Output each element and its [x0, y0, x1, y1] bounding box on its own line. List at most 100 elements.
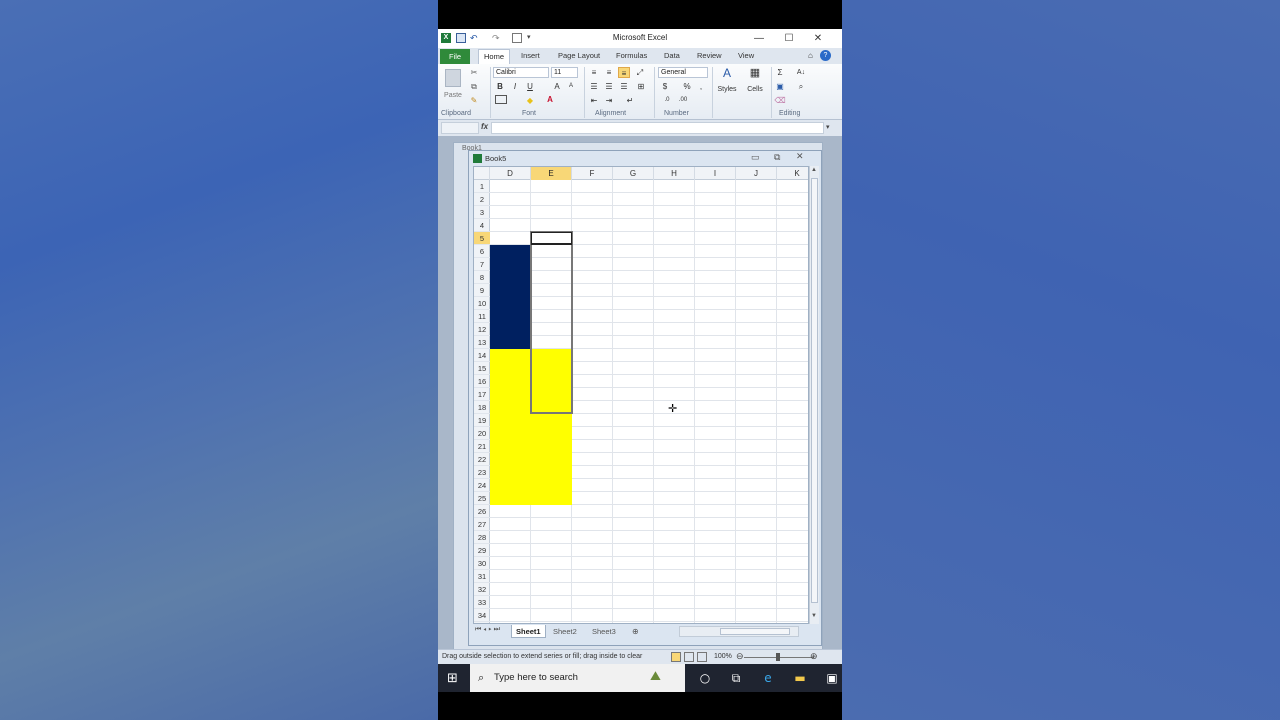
row-header[interactable]: 9	[474, 284, 490, 297]
find-select-icon[interactable]: ⌕	[794, 81, 808, 92]
row-header[interactable]: 32	[474, 583, 490, 596]
row-header[interactable]: 31	[474, 570, 490, 583]
formula-input[interactable]	[491, 122, 824, 134]
styles-icon[interactable]: A	[720, 67, 734, 79]
align-left-icon[interactable]: ☰	[588, 81, 600, 92]
paste-button[interactable]: Paste	[441, 90, 465, 101]
tab-home[interactable]: Home	[478, 49, 510, 64]
row-header[interactable]: 12	[474, 323, 490, 336]
column-header[interactable]: K	[777, 167, 808, 180]
align-right-icon[interactable]: ☰	[618, 81, 630, 92]
decrease-decimal-icon[interactable]: .00	[676, 95, 690, 106]
task-view-icon[interactable]: ⧉	[728, 670, 744, 686]
font-name-select[interactable]: Calibri	[493, 67, 549, 78]
number-format-select[interactable]: General	[658, 67, 708, 78]
tab-insert[interactable]: Insert	[521, 51, 540, 60]
row-header[interactable]: 19	[474, 414, 490, 427]
edge-icon[interactable]: e	[760, 670, 776, 686]
store-icon[interactable]: ▣	[824, 670, 840, 686]
wrap-text-icon[interactable]: ↵	[624, 95, 636, 106]
row-header[interactable]: 30	[474, 557, 490, 570]
align-bottom-icon[interactable]: ≡	[618, 67, 630, 78]
row-header[interactable]: 16	[474, 375, 490, 388]
merge-center-icon[interactable]: ⊞	[634, 81, 648, 92]
active-cell[interactable]	[531, 232, 572, 245]
grow-font-icon[interactable]: A	[551, 81, 563, 92]
row-header[interactable]: 4	[474, 219, 490, 232]
row-header[interactable]: 15	[474, 362, 490, 375]
comma-style-icon[interactable]: ,	[696, 81, 706, 92]
increase-indent-icon[interactable]: ⇥	[603, 95, 615, 106]
zoom-slider-knob[interactable]	[776, 653, 780, 661]
orientation-icon[interactable]: ⤢	[634, 67, 646, 78]
row-header[interactable]: 25	[474, 492, 490, 505]
zoom-in-icon[interactable]: ⊕	[810, 651, 818, 662]
undo-icon[interactable]: ↶	[470, 33, 480, 43]
row-header[interactable]: 6	[474, 245, 490, 258]
selection-range[interactable]	[530, 231, 573, 414]
row-header[interactable]: 10	[474, 297, 490, 310]
row-header-selected[interactable]: 5	[474, 232, 490, 245]
column-header[interactable]: D	[490, 167, 531, 180]
font-color-icon[interactable]: A	[544, 94, 556, 105]
fill-icon[interactable]: ▣	[774, 81, 786, 92]
column-header[interactable]: I	[695, 167, 736, 180]
taskbar-search-box[interactable]: ⌕ Type here to search ⛰	[470, 664, 685, 692]
row-header[interactable]: 21	[474, 440, 490, 453]
row-header[interactable]: 35	[474, 622, 490, 623]
insert-sheet-icon[interactable]: ⊕	[628, 625, 643, 638]
sheet-nav-icons[interactable]: ⏮◂▸⏭	[475, 626, 502, 634]
increase-decimal-icon[interactable]: .0	[660, 95, 674, 106]
file-explorer-icon[interactable]: ▬	[792, 670, 808, 686]
column-header[interactable]: J	[736, 167, 777, 180]
save-icon[interactable]	[456, 33, 466, 43]
cells-icon[interactable]: ▦	[748, 68, 762, 79]
cortana-icon[interactable]: ○	[697, 670, 713, 686]
row-header[interactable]: 1	[474, 180, 490, 193]
help-icon[interactable]: ?	[820, 50, 831, 61]
row-header[interactable]: 7	[474, 258, 490, 271]
tab-review[interactable]: Review	[697, 51, 722, 60]
column-header[interactable]: H	[654, 167, 695, 180]
scroll-down-icon[interactable]: ▼	[811, 613, 817, 619]
tab-file[interactable]: File	[440, 49, 470, 64]
tab-page-layout[interactable]: Page Layout	[558, 51, 600, 60]
maximize-button[interactable]: ☐	[781, 32, 797, 45]
row-header[interactable]: 22	[474, 453, 490, 466]
align-middle-icon[interactable]: ≡	[603, 67, 615, 78]
vertical-scrollbar[interactable]: ▲ ▼	[809, 166, 819, 624]
autosum-button[interactable]: Σ	[774, 67, 786, 78]
print-preview-icon[interactable]	[512, 33, 522, 43]
shrink-font-icon[interactable]: A	[565, 81, 577, 92]
copy-icon[interactable]: ⧉	[468, 81, 480, 92]
row-header[interactable]: 33	[474, 596, 490, 609]
vertical-scroll-thumb[interactable]	[811, 178, 818, 603]
row-header[interactable]: 20	[474, 427, 490, 440]
sheet-tab[interactable]: Sheet3	[588, 625, 620, 638]
row-header[interactable]: 2	[474, 193, 490, 206]
row-header[interactable]: 17	[474, 388, 490, 401]
row-header[interactable]: 24	[474, 479, 490, 492]
align-top-icon[interactable]: ≡	[588, 67, 600, 78]
horizontal-scroll-thumb[interactable]	[720, 628, 790, 635]
workbook-restore-button[interactable]: ⧉	[774, 152, 780, 163]
row-header[interactable]: 3	[474, 206, 490, 219]
minimize-button[interactable]: —	[751, 32, 767, 45]
cells-button[interactable]: Cells	[742, 84, 768, 95]
customize-toolbar-icon[interactable]: ▾	[527, 33, 537, 43]
percent-button[interactable]: %	[682, 81, 692, 92]
row-header[interactable]: 14	[474, 349, 490, 362]
tab-formulas[interactable]: Formulas	[616, 51, 647, 60]
column-header-selected[interactable]: E	[531, 167, 572, 180]
row-header[interactable]: 28	[474, 531, 490, 544]
workbook-minimize-button[interactable]: ▭	[751, 152, 760, 163]
insert-function-button[interactable]: fx	[481, 122, 488, 131]
row-header[interactable]: 29	[474, 544, 490, 557]
horizontal-scrollbar[interactable]	[679, 626, 799, 637]
sheet-tab[interactable]: Sheet2	[549, 625, 581, 638]
italic-button[interactable]: I	[510, 81, 520, 92]
row-header[interactable]: 11	[474, 310, 490, 323]
clear-icon[interactable]: ⌫	[774, 95, 786, 106]
font-size-select[interactable]: 11	[551, 67, 578, 78]
zoom-out-icon[interactable]: ⊖	[736, 651, 744, 662]
